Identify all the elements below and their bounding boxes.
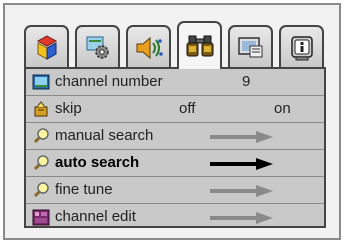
tab-settings[interactable]: [75, 25, 120, 68]
arrow-right-icon: [210, 131, 273, 143]
tab-sound[interactable]: [126, 25, 171, 68]
skip-option-off[interactable]: off: [179, 100, 195, 117]
menu-row-skip[interactable]: skip off on: [26, 96, 324, 123]
menu-row-label: skip: [55, 100, 82, 117]
tab-display[interactable]: [228, 25, 273, 68]
sound-speaker-icon: [136, 36, 163, 59]
tab-picture[interactable]: [24, 25, 69, 68]
menu-row-label: channel edit: [55, 208, 136, 225]
tab-info[interactable]: [279, 25, 324, 68]
menu-row-fine-tune[interactable]: fine tune: [26, 177, 324, 204]
menu-row-label: fine tune: [55, 181, 113, 198]
search-magnifier-icon: [33, 128, 49, 144]
arrow-right-icon: [210, 185, 273, 197]
picture-color-blocks-icon: [36, 34, 57, 60]
tab-channel[interactable]: [177, 21, 222, 69]
menu-row-manual-search[interactable]: manual search: [26, 123, 324, 150]
menu-row-label: auto search: [55, 154, 140, 171]
menu-row-channel-number[interactable]: channel number 9: [26, 69, 324, 96]
menu-row-channel-edit[interactable]: channel edit: [26, 204, 324, 231]
screen-display-icon: [237, 36, 262, 57]
menu-row-label: manual search: [55, 127, 154, 144]
skip-option-on[interactable]: on: [274, 100, 291, 117]
settings-gear-icon: [86, 36, 109, 59]
info-icon: [290, 35, 313, 60]
channel-menu: channel number 9 skip off on manual sear…: [24, 69, 326, 228]
channel-number-value[interactable]: 9: [242, 73, 250, 90]
skip-icon: [34, 101, 48, 117]
menu-tab-bar: [24, 21, 326, 69]
arrow-right-icon: [210, 158, 273, 170]
search-magnifier-icon: [33, 155, 49, 171]
menu-row-label: channel number: [55, 73, 163, 90]
menu-row-auto-search[interactable]: auto search: [26, 150, 324, 177]
search-magnifier-icon: [33, 182, 49, 198]
arrow-right-icon: [210, 212, 273, 224]
channel-tv-icon: [32, 74, 50, 90]
binoculars-icon: [186, 35, 213, 57]
channel-edit-icon: [32, 209, 50, 226]
